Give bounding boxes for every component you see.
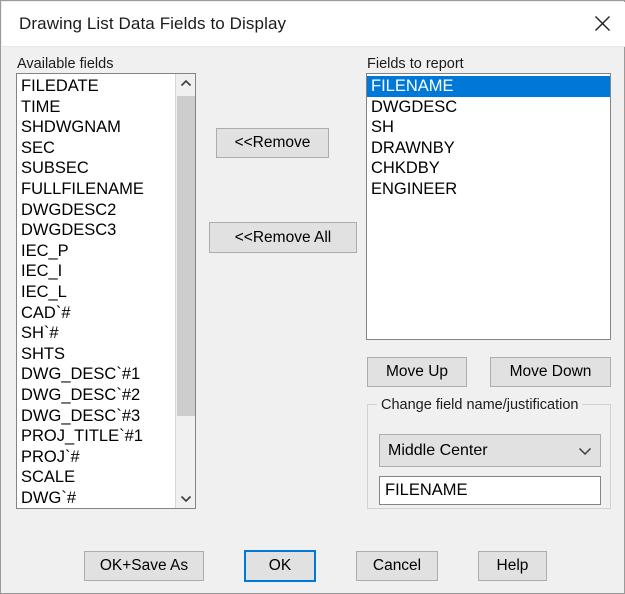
available-fields-items: FILEDATE TIME SHDWGNAM SEC SUBSEC FULLFILENAM… <box>17 74 195 508</box>
remove-all-button[interactable]: <<Remove All <box>209 222 357 253</box>
list-item[interactable]: DWG`# <box>17 488 195 508</box>
chevron-down-icon[interactable] <box>176 489 195 508</box>
list-item[interactable]: ENGINEER <box>367 179 610 200</box>
list-item[interactable]: SEC <box>17 138 195 159</box>
list-item[interactable]: IEC_L <box>17 282 195 303</box>
list-item[interactable]: IEC_I <box>17 261 195 282</box>
list-item[interactable]: SCALE <box>17 467 195 488</box>
available-fields-listbox[interactable]: FILEDATE TIME SHDWGNAM SEC SUBSEC FULLFILENAM… <box>16 73 196 509</box>
list-item[interactable]: SHDWGNAM <box>17 117 195 138</box>
remove-button[interactable]: <<Remove <box>216 128 329 158</box>
list-item[interactable]: IEC_P <box>17 241 195 262</box>
close-glyph <box>594 16 610 31</box>
justification-value: Middle Center <box>388 441 488 459</box>
list-item[interactable]: PROJ`# <box>17 447 195 468</box>
window-title: Drawing List Data Fields to Display <box>19 14 287 33</box>
fields-to-report-label: Fields to report <box>367 56 464 72</box>
list-item[interactable]: FILENAME <box>367 76 610 97</box>
chevron-down-icon[interactable] <box>577 443 593 459</box>
scrollbar-thumb[interactable] <box>177 96 195 416</box>
chevron-up-icon[interactable] <box>176 74 195 93</box>
chevron-up-glyph <box>180 79 191 87</box>
list-item[interactable]: PROJ_TITLE`#1 <box>17 426 195 447</box>
list-item[interactable]: SH`# <box>17 323 195 344</box>
available-fields-label: Available fields <box>17 56 114 72</box>
list-item[interactable]: TIME <box>17 97 195 118</box>
move-down-button[interactable]: Move Down <box>490 357 611 387</box>
list-item[interactable]: FULLFILENAME <box>17 179 195 200</box>
change-field-groupbox-label: Change field name/justification <box>377 397 583 413</box>
fields-to-report-items: FILENAME DWGDESC SH DRAWNBY CHKDBY ENGINEER <box>367 74 610 339</box>
dialog-window: Drawing List Data Fields to Display Avai… <box>0 0 625 594</box>
ok-button[interactable]: OK <box>244 550 316 582</box>
list-item[interactable]: DWG_DESC`#2 <box>17 385 195 406</box>
field-name-input[interactable] <box>379 476 601 505</box>
list-item[interactable]: DRAWNBY <box>367 138 610 159</box>
ok-save-as-button[interactable]: OK+Save As <box>84 551 204 581</box>
list-item[interactable]: DWGDESC <box>367 97 610 118</box>
justification-select[interactable]: Middle Center <box>379 434 601 467</box>
list-item[interactable]: DWGDESC2 <box>17 200 195 221</box>
chevron-down-glyph <box>578 447 592 455</box>
list-item[interactable]: DWG_DESC`#3 <box>17 406 195 427</box>
list-item[interactable]: DWGDESC3 <box>17 220 195 241</box>
list-item[interactable]: DWG_DESC`#1 <box>17 364 195 385</box>
list-item[interactable]: SHTS <box>17 344 195 365</box>
close-icon[interactable] <box>579 2 625 45</box>
help-button[interactable]: Help <box>478 551 547 581</box>
fields-to-report-listbox[interactable]: FILENAME DWGDESC SH DRAWNBY CHKDBY ENGINEER <box>366 73 611 340</box>
chevron-down-glyph <box>180 495 191 503</box>
title-bar: Drawing List Data Fields to Display <box>2 2 625 47</box>
list-item[interactable]: SH <box>367 117 610 138</box>
available-fields-scrollbar[interactable] <box>175 74 195 508</box>
list-item[interactable]: FILEDATE <box>17 76 195 97</box>
cancel-button[interactable]: Cancel <box>356 551 438 581</box>
list-item[interactable]: SUBSEC <box>17 158 195 179</box>
list-item[interactable]: CAD`# <box>17 303 195 324</box>
list-item[interactable]: CHKDBY <box>367 158 610 179</box>
move-up-button[interactable]: Move Up <box>367 357 467 387</box>
